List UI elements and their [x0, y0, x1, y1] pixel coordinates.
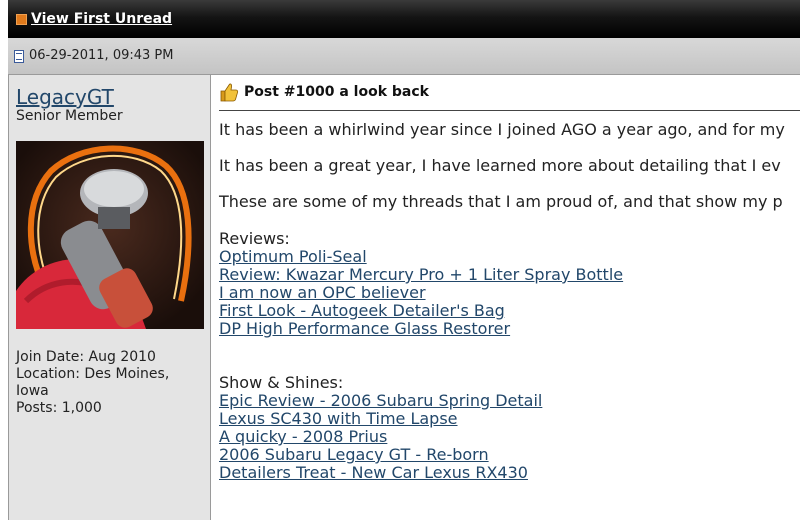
- shine-link[interactable]: Epic Review - 2006 Subaru Spring Detail: [219, 392, 542, 410]
- paragraph-3: These are some of my threads that I am p…: [219, 192, 783, 211]
- review-link[interactable]: DP High Performance Glass Restorer: [219, 320, 623, 338]
- shine-link[interactable]: A quicky - 2008 Prius: [219, 428, 542, 446]
- join-date: Join Date: Aug 2010: [16, 349, 156, 365]
- shine-link[interactable]: Lexus SC430 with Time Lapse: [219, 410, 542, 428]
- user-info: Join Date: Aug 2010 Location: Des Moines…: [16, 349, 206, 417]
- paragraph-2: It has been a great year, I have learned…: [219, 156, 781, 175]
- review-link[interactable]: Optimum Poli-Seal: [219, 248, 623, 266]
- shine-link[interactable]: 2006 Subaru Legacy GT - Re-born: [219, 446, 542, 464]
- rss-icon: [16, 14, 27, 25]
- document-icon: [14, 50, 24, 63]
- title-divider: [219, 110, 800, 111]
- location-cont: Iowa: [16, 383, 49, 399]
- post-title: Post #1000 a look back: [244, 84, 429, 100]
- post-content: Post #1000 a look back It has been a whi…: [211, 75, 800, 520]
- thumbs-up-icon: [220, 83, 239, 102]
- shines-heading: Show & Shines:: [219, 373, 344, 392]
- user-sidebar: LegacyGT Senior Member Join Date: Aug 20…: [8, 75, 211, 520]
- paragraph-1: It has been a whirlwind year since I joi…: [219, 120, 785, 139]
- post-count: Posts: 1,000: [16, 400, 102, 416]
- avatar[interactable]: [16, 141, 204, 329]
- username-link[interactable]: LegacyGT: [16, 85, 114, 109]
- review-link[interactable]: First Look - Autogeek Detailer's Bag: [219, 302, 623, 320]
- shines-section: Show & Shines: Epic Review - 2006 Subaru…: [219, 374, 542, 482]
- user-title: Senior Member: [16, 108, 123, 124]
- reviews-heading: Reviews:: [219, 229, 290, 248]
- location: Location: Des Moines,: [16, 366, 170, 382]
- post-date-bar: 06-29-2011, 09:43 PM: [8, 38, 800, 75]
- thread-header-bar: View First Unread: [8, 0, 800, 38]
- review-link[interactable]: Review: Kwazar Mercury Pro + 1 Liter Spr…: [219, 266, 623, 284]
- shine-link[interactable]: Detailers Treat - New Car Lexus RX430: [219, 464, 542, 482]
- review-link[interactable]: I am now an OPC believer: [219, 284, 623, 302]
- reviews-section: Reviews: Optimum Poli-Seal Review: Kwaza…: [219, 230, 623, 338]
- post-date: 06-29-2011, 09:43 PM: [29, 48, 174, 63]
- view-first-unread-link[interactable]: View First Unread: [31, 11, 172, 27]
